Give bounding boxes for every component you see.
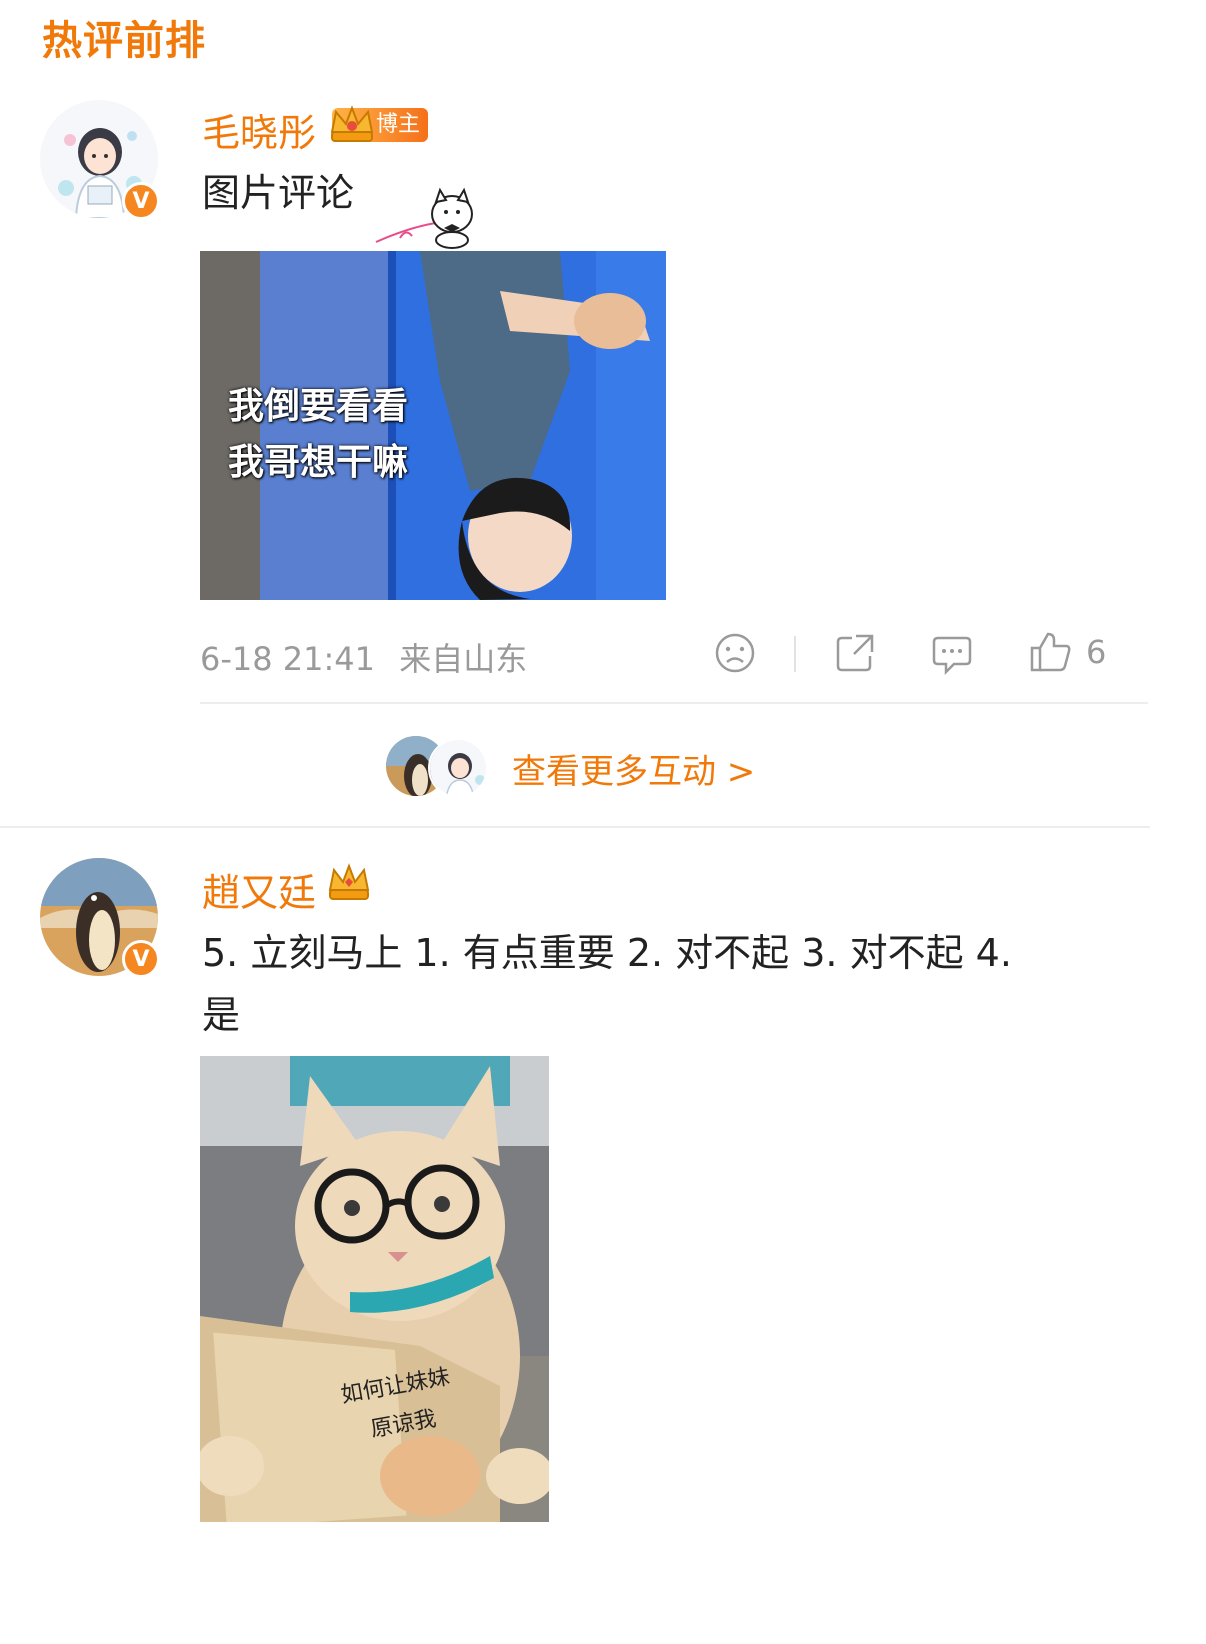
avatar-comment-2[interactable]: V: [40, 858, 160, 978]
image-caption-line-2: 我哥想干嘛: [228, 442, 409, 483]
comment-divider: [0, 826, 1150, 828]
comment-text-2-line-2: 是: [202, 993, 241, 1037]
comment-timestamp: 6-18 21:41 来自山东: [200, 634, 527, 680]
cat-sticker-icon: [375, 187, 473, 249]
comment-text-2: 5. 立刻马上 1. 有点重要 2. 对不起 3. 对不起 4. 是: [202, 922, 1102, 1046]
section-title: 热评前排: [42, 18, 206, 64]
blogger-badge-label: 博主: [376, 112, 421, 137]
comment-text-1: 图片评论: [202, 171, 355, 215]
comment-date: 6-18 21:41: [200, 640, 376, 678]
comment-location: 来自山东: [399, 640, 528, 678]
share-button[interactable]: [834, 632, 876, 674]
username-comment-1[interactable]: 毛晓彤: [202, 102, 316, 157]
share-icon: [836, 634, 874, 672]
like-count: 6: [1086, 633, 1107, 671]
avatar-comment-1[interactable]: V: [40, 100, 160, 220]
crown-icon: [328, 863, 370, 900]
username-comment-2[interactable]: 趙又廷: [202, 862, 316, 917]
like-button[interactable]: 6: [1028, 630, 1106, 674]
thumbs-up-icon: [1030, 632, 1071, 672]
view-more-interactions-link[interactable]: 查看更多互动 >: [512, 744, 755, 793]
action-divider: [794, 636, 796, 672]
comment-button[interactable]: [930, 632, 974, 676]
verified-v-icon: V: [122, 940, 160, 978]
comment-text-2-line-1: 5. 立刻马上 1. 有点重要 2. 对不起 3. 对不起 4.: [202, 931, 1012, 975]
image-caption-line-1: 我倒要看看: [228, 386, 409, 427]
mini-avatar-doctor: [428, 738, 488, 798]
comment-icon: [932, 636, 972, 676]
comment-image-1[interactable]: 我倒要看看 我哥想干嘛: [200, 251, 666, 600]
verified-v-icon: V: [122, 182, 160, 220]
unhappy-face-icon: [715, 633, 755, 673]
row-divider: [200, 702, 1148, 704]
unhappy-button[interactable]: [714, 632, 756, 674]
comment-image-2[interactable]: 如何让妹妹 原谅我: [200, 1056, 549, 1522]
crown-icon: [330, 105, 374, 142]
